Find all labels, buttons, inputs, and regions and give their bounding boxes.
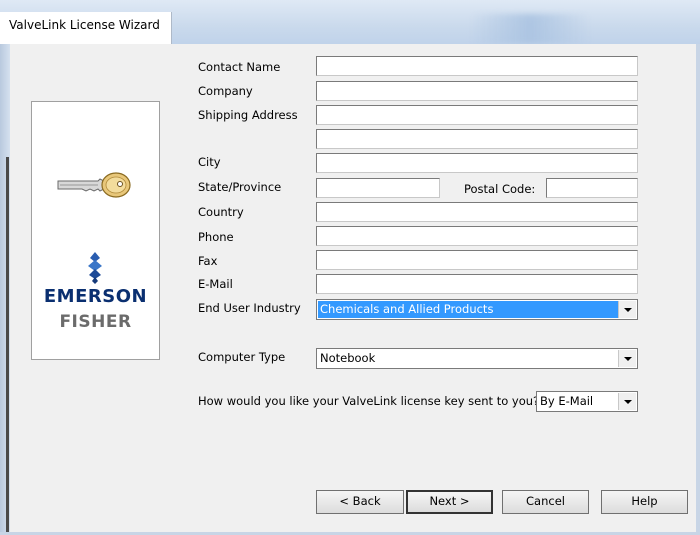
computer-type-value: Notebook (320, 351, 376, 365)
brand-emerson: EMERSON (43, 286, 148, 307)
next-button[interactable]: Next > (406, 490, 493, 514)
delivery-method-value: By E-Mail (540, 394, 594, 408)
delivery-method-select[interactable]: By E-Mail (536, 391, 638, 412)
emerson-logo-icon (88, 252, 102, 284)
help-button[interactable]: Help (601, 490, 688, 514)
chevron-down-icon[interactable] (618, 350, 636, 367)
window-left-border (0, 44, 10, 535)
window-title: ValveLink License Wizard (9, 18, 160, 32)
company-label: Company (198, 84, 253, 98)
computer-type-label: Computer Type (198, 350, 286, 364)
brand-fisher: FISHER (59, 312, 132, 332)
window-right-border (696, 44, 700, 535)
end-user-industry-select[interactable]: Chemicals and Allied Products (316, 299, 638, 320)
chevron-down-icon[interactable] (618, 393, 636, 410)
computer-type-select[interactable]: Notebook (316, 348, 638, 369)
postal-code-field[interactable] (546, 178, 638, 198)
phone-label: Phone (198, 230, 234, 244)
shipping-address-label: Shipping Address (198, 108, 298, 122)
shipping-address-line1-field[interactable] (316, 105, 638, 125)
chevron-down-icon[interactable] (618, 301, 636, 318)
email-label: E-Mail (198, 277, 233, 291)
company-field[interactable] (316, 81, 638, 101)
delivery-question-label: How would you like your ValveLink licens… (198, 394, 540, 408)
contact-name-label: Contact Name (198, 60, 281, 74)
shipping-address-line2-field[interactable] (316, 129, 638, 149)
end-user-industry-label: End User Industry (198, 301, 301, 315)
postal-code-label: Postal Code: (464, 182, 536, 196)
title-tab: ValveLink License Wizard (0, 12, 172, 44)
city-label: City (198, 155, 221, 169)
title-bar: ValveLink License Wizard (0, 0, 700, 46)
fax-field[interactable] (316, 250, 638, 270)
key-icon (57, 172, 131, 198)
contact-name-field[interactable] (316, 56, 638, 76)
back-button[interactable]: < Back (316, 490, 404, 514)
state-province-label: State/Province (198, 180, 282, 194)
email-field[interactable] (316, 274, 638, 294)
logo-panel: EMERSON FISHER (31, 101, 160, 360)
cancel-button[interactable]: Cancel (502, 490, 589, 514)
fax-label: Fax (198, 254, 218, 268)
city-field[interactable] (316, 153, 638, 173)
country-field[interactable] (316, 202, 638, 222)
end-user-industry-value: Chemicals and Allied Products (320, 302, 494, 316)
state-province-field[interactable] (316, 178, 440, 198)
phone-field[interactable] (316, 226, 638, 246)
country-label: Country (198, 205, 244, 219)
